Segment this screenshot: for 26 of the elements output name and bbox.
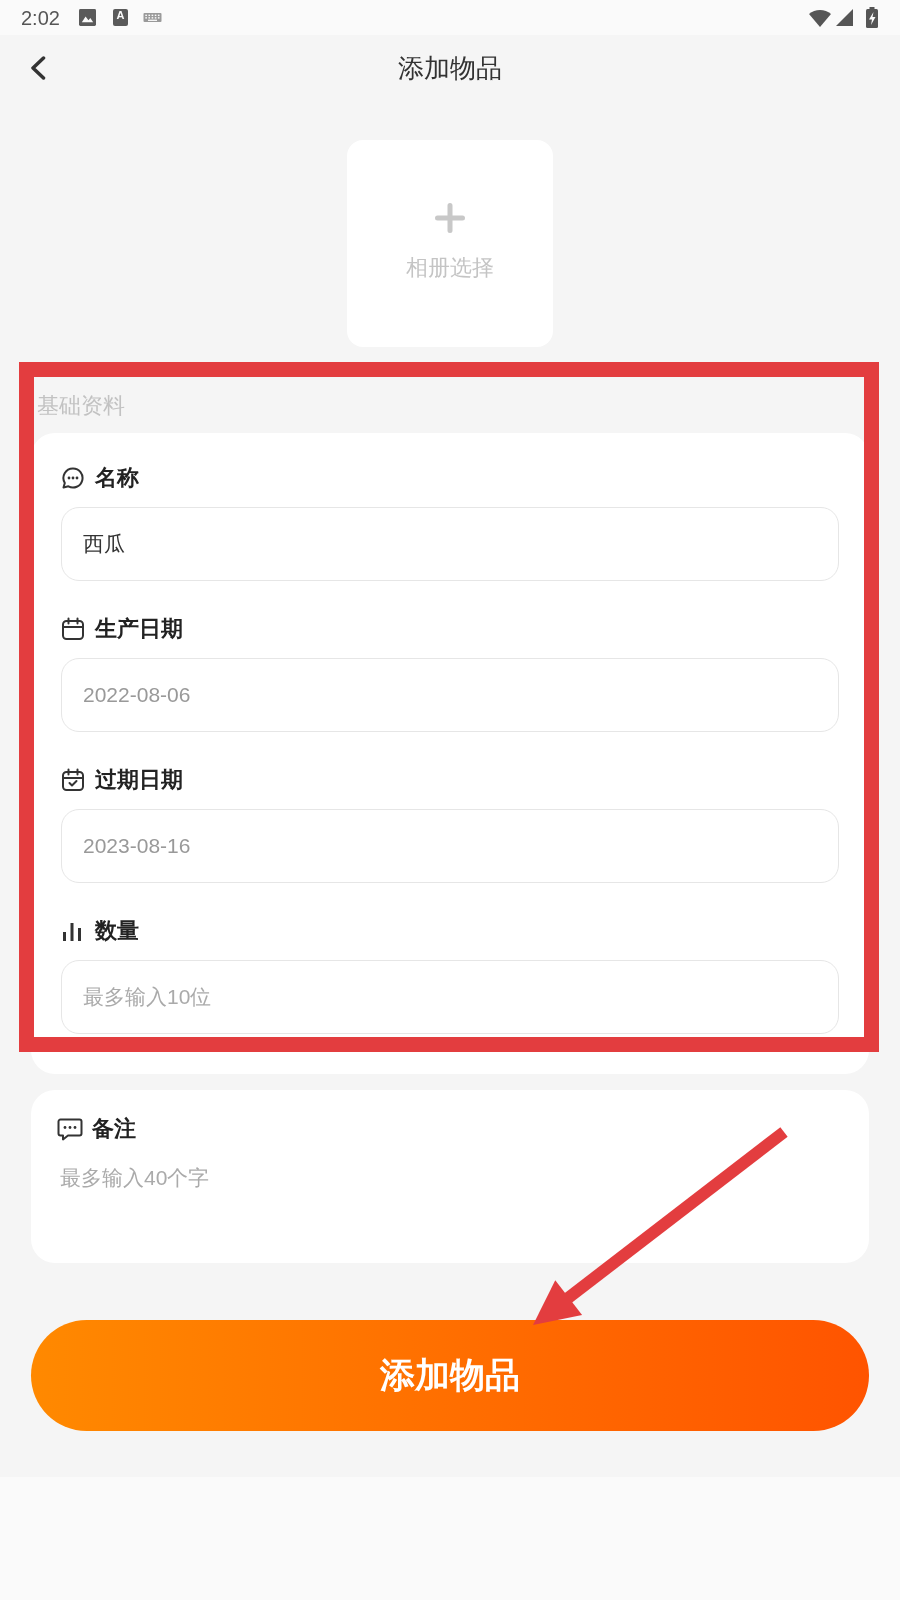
back-icon[interactable] xyxy=(30,55,46,80)
date-input-field[interactable]: 2022-08-06 xyxy=(61,658,839,732)
field-label: 备注 xyxy=(92,1115,136,1143)
page-title: 添加物品 xyxy=(398,51,502,85)
wifi-icon xyxy=(809,8,831,27)
album-select-button[interactable]: 相册选择 xyxy=(347,140,553,347)
date-input-field[interactable]: 2023-08-16 xyxy=(61,809,839,883)
clock-time: 2:02 xyxy=(21,5,60,30)
battery-charging-icon xyxy=(866,7,878,28)
image-icon xyxy=(78,9,96,26)
add-item-button[interactable]: 添加物品 xyxy=(31,1320,869,1431)
field-label: 过期日期 xyxy=(95,766,183,794)
text-input-field[interactable]: 西瓜 xyxy=(61,507,839,581)
field-label: 生产日期 xyxy=(95,615,183,643)
calendar-icon xyxy=(61,617,85,641)
number-input-field[interactable]: 最多输入10位 xyxy=(61,960,839,1034)
field-label: 名称 xyxy=(95,464,139,492)
field-label: 数量 xyxy=(95,917,139,945)
speech-bubble-icon xyxy=(61,466,85,490)
calendar-check-icon xyxy=(61,768,85,792)
message-icon xyxy=(57,1117,83,1141)
keyboard-icon xyxy=(142,13,162,22)
signal-icon xyxy=(836,9,853,26)
notes-input-card[interactable]: 备注 最多输入40个字 xyxy=(31,1090,869,1263)
input-method-indicator: A xyxy=(112,9,128,26)
plus-icon xyxy=(435,203,465,233)
